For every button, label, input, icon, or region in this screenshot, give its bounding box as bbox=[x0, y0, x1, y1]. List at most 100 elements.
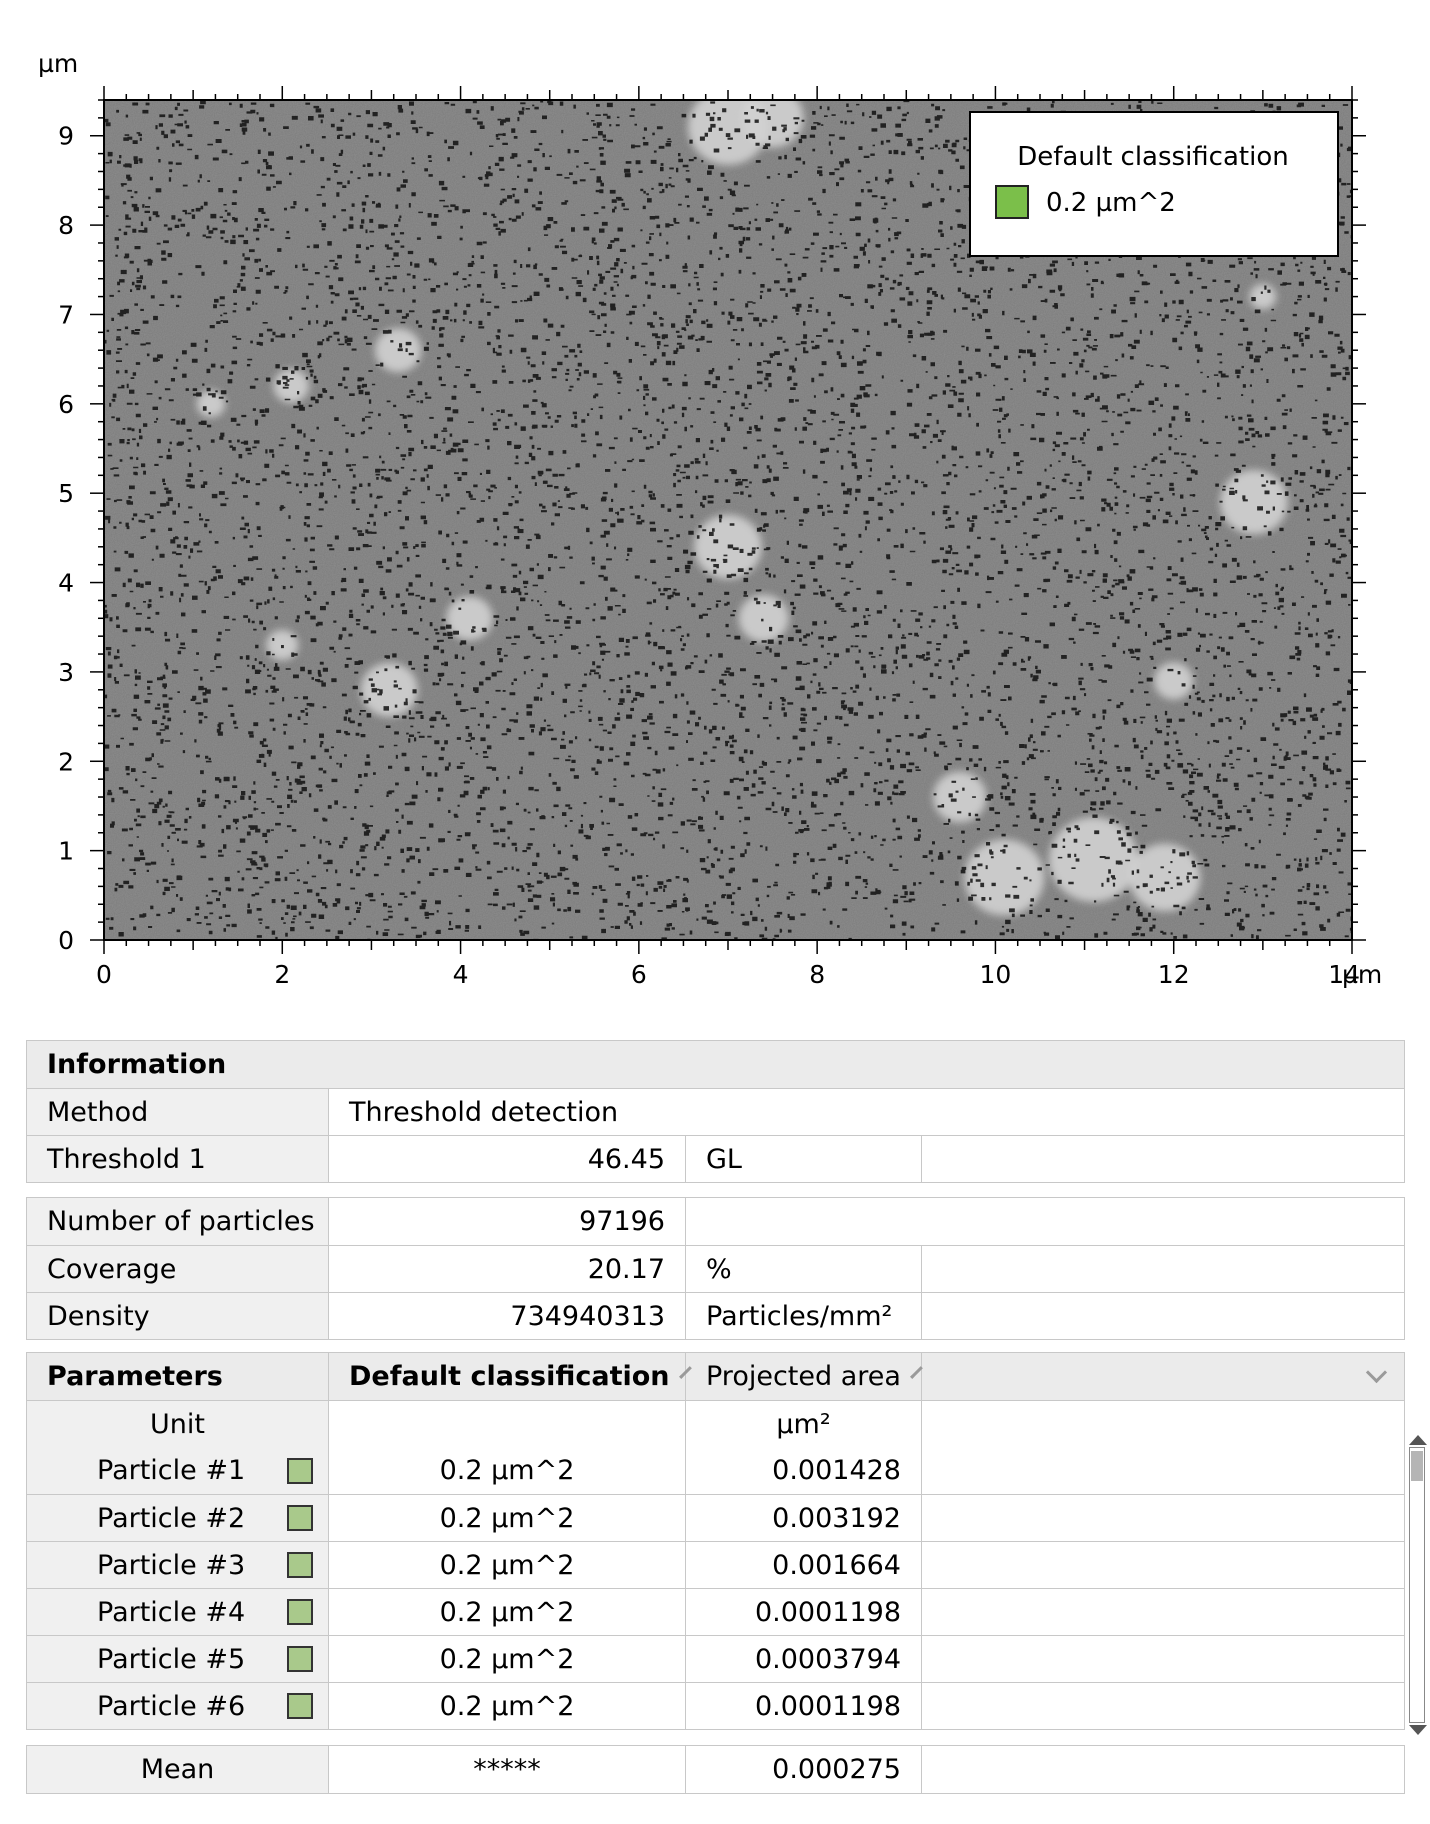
unit-label: Unit bbox=[27, 1401, 329, 1447]
particle-row[interactable]: Particle #6 0.2 µm^2 0.0001198 bbox=[27, 1682, 1404, 1729]
x-tick-label: 6 bbox=[631, 960, 647, 989]
count-value: 97196 bbox=[329, 1198, 686, 1245]
coverage-value: 20.17 bbox=[329, 1246, 686, 1292]
particle-row[interactable]: Particle #2 0.2 µm^2 0.003192 bbox=[27, 1494, 1404, 1541]
y-axis-unit: µm bbox=[38, 49, 78, 78]
legend-title: Default classification bbox=[1017, 142, 1288, 172]
legend-swatch bbox=[995, 185, 1029, 219]
particle-name: Particle #4 bbox=[97, 1596, 246, 1628]
particle-map-plot: 0 2 4 6 8 10 12 140123456789 µm µm Default clas… bbox=[38, 49, 1382, 989]
particle-class: 0.2 µm^2 bbox=[329, 1447, 686, 1494]
information-header-row: Information bbox=[27, 1041, 1404, 1088]
x-tick-label: 4 bbox=[453, 960, 469, 989]
x-tick-label: 12 bbox=[1158, 960, 1190, 989]
column-area-label: Projected area bbox=[706, 1361, 901, 1392]
particle-class: 0.2 µm^2 bbox=[329, 1636, 686, 1682]
class-color-swatch bbox=[287, 1599, 313, 1625]
column-area-dropdown[interactable]: Projected area bbox=[686, 1353, 923, 1400]
y-tick-label: 0 bbox=[58, 926, 74, 955]
particle-class: 0.2 µm^2 bbox=[329, 1683, 686, 1729]
class-color-swatch bbox=[287, 1693, 313, 1719]
class-color-swatch bbox=[287, 1457, 313, 1484]
y-tick-label: 3 bbox=[58, 658, 74, 687]
class-color-swatch bbox=[287, 1505, 313, 1531]
density-unit: Particles/mm² bbox=[686, 1293, 922, 1339]
chevron-down-icon[interactable] bbox=[1365, 1361, 1388, 1384]
particle-row[interactable]: Particle #3 0.2 µm^2 0.001664 bbox=[27, 1541, 1404, 1588]
x-tick-label: 2 bbox=[274, 960, 290, 989]
x-tick-label: 8 bbox=[809, 960, 825, 989]
table-scrollbar[interactable] bbox=[1409, 1435, 1427, 1735]
parameters-header: Parameters bbox=[27, 1353, 329, 1400]
particle-name: Particle #3 bbox=[97, 1549, 246, 1581]
mean-table: Mean ***** 0.000275 bbox=[26, 1745, 1405, 1794]
coverage-row: Coverage 20.17 % bbox=[27, 1245, 1404, 1292]
particle-name: Particle #2 bbox=[97, 1502, 246, 1534]
density-row: Density 734940313 Particles/mm² bbox=[27, 1292, 1404, 1339]
particle-row[interactable]: Particle #5 0.2 µm^2 0.0003794 bbox=[27, 1635, 1404, 1682]
threshold-value: 46.45 bbox=[329, 1136, 686, 1182]
particle-name: Particle #6 bbox=[97, 1690, 246, 1722]
count-row: Number of particles 97196 bbox=[27, 1198, 1404, 1245]
legend-entry: 0.2 µm^2 bbox=[1046, 188, 1176, 218]
mean-area: 0.000275 bbox=[686, 1746, 922, 1793]
particle-area: 0.0001198 bbox=[686, 1683, 922, 1729]
legend-box bbox=[969, 111, 1339, 257]
class-color-swatch bbox=[287, 1552, 313, 1578]
particle-name: Particle #1 bbox=[97, 1455, 246, 1486]
x-tick-label: 0 bbox=[96, 960, 112, 989]
particle-row[interactable]: Particle #4 0.2 µm^2 0.0001198 bbox=[27, 1588, 1404, 1635]
particle-row[interactable]: Particle #1 0.2 µm^2 0.001428 bbox=[27, 1447, 1404, 1494]
parameters-table: Parameters Default classification Projec… bbox=[26, 1352, 1405, 1730]
density-label: Density bbox=[27, 1293, 329, 1339]
statistics-table: Number of particles 97196 Coverage 20.17… bbox=[26, 1197, 1405, 1340]
x-axis-unit: µm bbox=[1342, 960, 1382, 989]
particle-area: 0.0003794 bbox=[686, 1636, 922, 1682]
y-tick-label: 6 bbox=[58, 390, 74, 419]
particle-class: 0.2 µm^2 bbox=[329, 1495, 686, 1541]
particle-list: Particle #1 0.2 µm^2 0.001428 Particle #2 0.… bbox=[27, 1447, 1404, 1729]
mean-class: ***** bbox=[329, 1746, 686, 1793]
y-tick-label: 5 bbox=[58, 479, 74, 508]
information-header: Information bbox=[27, 1041, 247, 1088]
method-label: Method bbox=[27, 1089, 329, 1135]
particle-name: Particle #5 bbox=[97, 1643, 246, 1675]
scrollbar-thumb[interactable] bbox=[1411, 1451, 1423, 1481]
y-tick-label: 9 bbox=[58, 122, 74, 151]
threshold-unit: GL bbox=[686, 1136, 922, 1182]
mean-row: Mean ***** 0.000275 bbox=[27, 1746, 1404, 1793]
y-tick-label: 8 bbox=[58, 211, 74, 240]
scroll-down-arrow-icon[interactable] bbox=[1409, 1725, 1427, 1735]
particle-class: 0.2 µm^2 bbox=[329, 1589, 686, 1635]
y-tick-label: 1 bbox=[58, 837, 74, 866]
coverage-unit: % bbox=[686, 1246, 922, 1292]
information-table: Information Method Threshold detection T… bbox=[26, 1040, 1405, 1183]
scroll-up-arrow-icon[interactable] bbox=[1409, 1435, 1427, 1445]
particle-area: 0.001664 bbox=[686, 1542, 922, 1588]
x-tick-label: 10 bbox=[980, 960, 1012, 989]
method-row: Method Threshold detection bbox=[27, 1088, 1404, 1135]
particle-class: 0.2 µm^2 bbox=[329, 1542, 686, 1588]
threshold-label: Threshold 1 bbox=[27, 1136, 329, 1182]
y-tick-label: 4 bbox=[58, 569, 74, 598]
column-classification-dropdown[interactable]: Default classification bbox=[329, 1353, 692, 1400]
parameters-header-row: Parameters Default classification Projec… bbox=[27, 1353, 1404, 1400]
coverage-label: Coverage bbox=[27, 1246, 329, 1292]
chevron-down-icon[interactable] bbox=[910, 1366, 923, 1379]
add-column-dropdown[interactable] bbox=[922, 1353, 1404, 1400]
mean-label: Mean bbox=[27, 1746, 329, 1793]
particle-area: 0.0001198 bbox=[686, 1589, 922, 1635]
scrollbar-track[interactable] bbox=[1409, 1447, 1425, 1723]
density-value: 734940313 bbox=[329, 1293, 686, 1339]
column-classification-label: Default classification bbox=[349, 1361, 670, 1392]
method-value: Threshold detection bbox=[349, 1096, 619, 1128]
threshold-row: Threshold 1 46.45 GL bbox=[27, 1135, 1404, 1182]
legend: Default classification 0.2 µm^2 bbox=[969, 111, 1339, 257]
class-color-swatch bbox=[287, 1646, 313, 1672]
area-unit: µm² bbox=[686, 1401, 922, 1447]
particle-area: 0.001428 bbox=[686, 1447, 922, 1494]
y-tick-label: 7 bbox=[58, 300, 74, 329]
count-label: Number of particles bbox=[27, 1198, 329, 1245]
particle-area: 0.003192 bbox=[686, 1495, 922, 1541]
y-tick-label: 2 bbox=[58, 747, 74, 776]
